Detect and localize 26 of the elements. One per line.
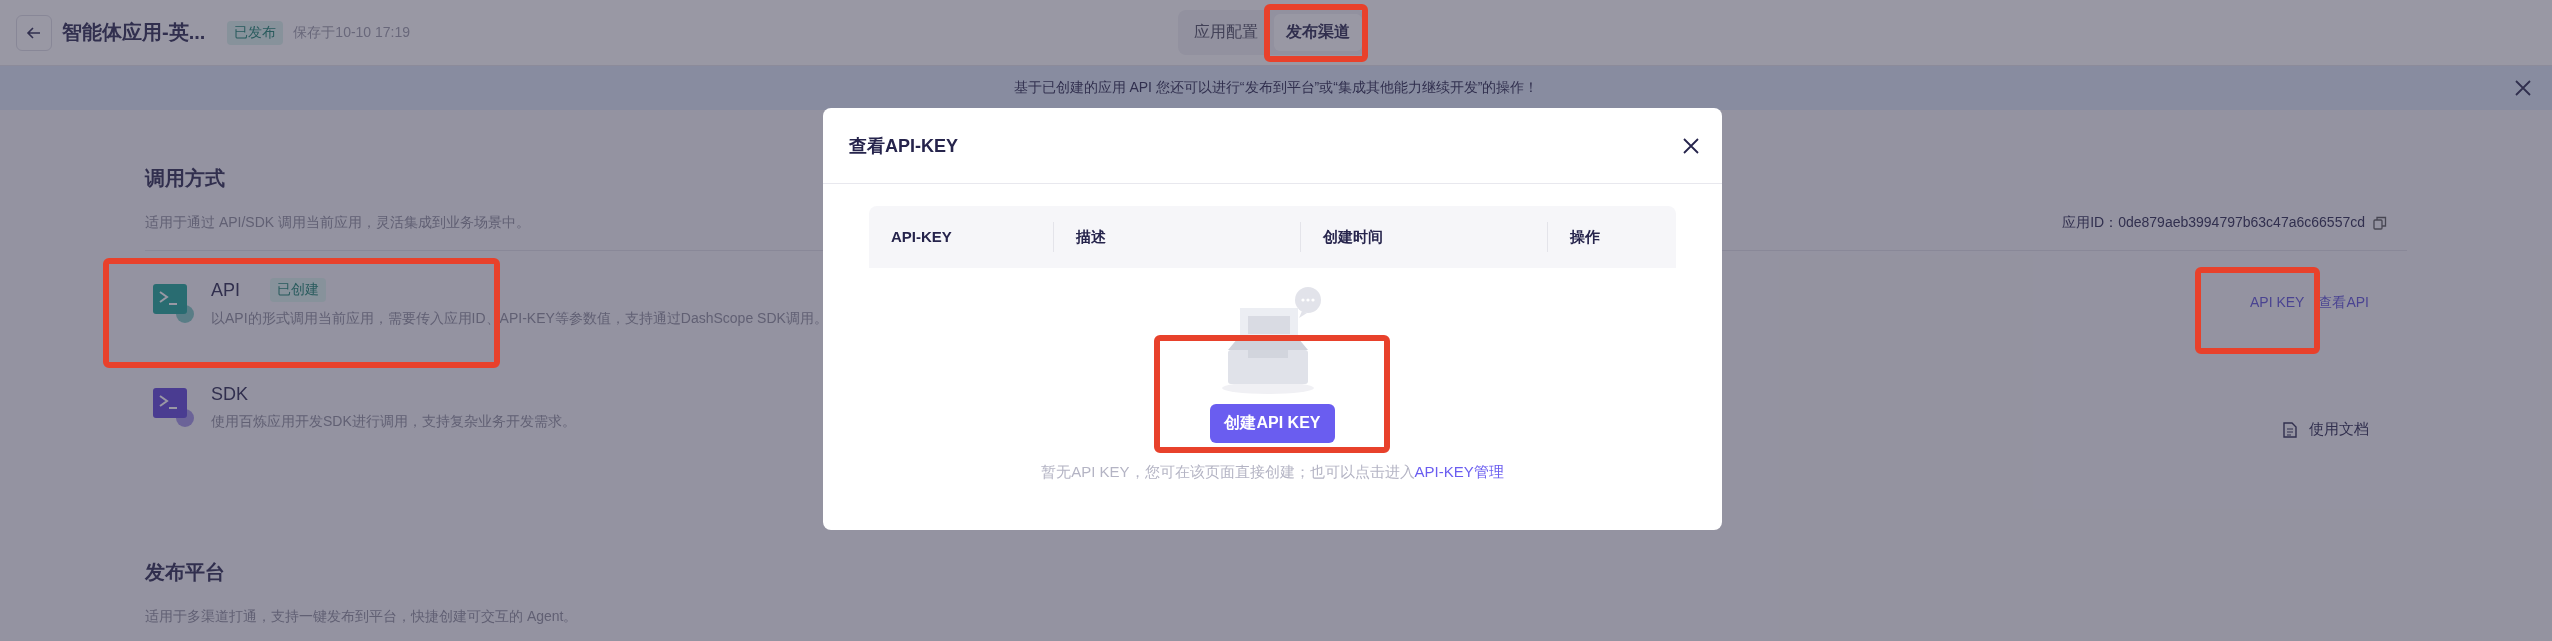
copy-icon[interactable]	[2373, 216, 2387, 230]
app-title: 智能体应用-英...	[62, 20, 206, 45]
status-badge: 已创建	[270, 278, 326, 302]
column-header: 描述	[1053, 222, 1300, 252]
app-id: 应用ID：0de879aeb3994797b63c47a6c66557cd	[2062, 214, 2365, 232]
tab[interactable]: 应用配置	[1182, 14, 1270, 51]
column-header: 操作	[1547, 222, 1676, 252]
document-icon	[2283, 421, 2297, 438]
docs-link[interactable]: 使用文档	[2309, 420, 2369, 439]
item-title: API	[211, 279, 240, 301]
banner-text: 基于已创建的应用 API 您还可以进行“发布到平台”或“集成其他能力继续开发”的操作！	[1013, 79, 1539, 97]
empty-hint-text: 暂无API KEY，您可在该页面直接创建；也可以点击进入API-KEY管理	[1041, 463, 1504, 482]
section-title: 调用方式	[145, 166, 226, 191]
item-title: SDK	[211, 383, 248, 405]
link[interactable]: API KEY	[2249, 294, 2305, 312]
back-arrow-icon	[26, 24, 42, 41]
column-header: 创建时间	[1300, 222, 1547, 252]
status-badge: 已发布	[227, 20, 284, 45]
back-button[interactable]	[16, 14, 52, 51]
close-icon[interactable]	[1682, 136, 1700, 155]
create-api-key-button[interactable]: 创建API KEY	[1210, 404, 1335, 443]
section-title: 发布平台	[145, 560, 226, 585]
dialog-title: 查看API-KEY	[849, 134, 958, 158]
tab[interactable]: 发布渠道	[1274, 14, 1362, 51]
column-header: API-KEY	[890, 227, 953, 247]
api-key-management-link[interactable]: API-KEY管理	[1414, 463, 1504, 480]
